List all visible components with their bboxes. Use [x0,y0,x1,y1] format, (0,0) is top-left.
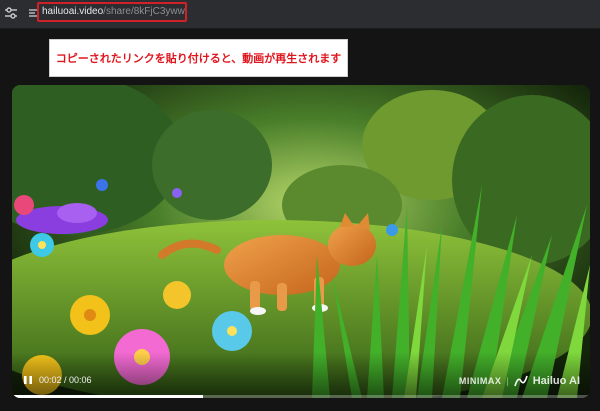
tune-icon[interactable] [2,4,20,22]
pause-icon[interactable] [21,373,35,387]
watermark-brand-right: Hailuo AI [532,375,580,387]
progress-fill [12,395,203,398]
hailuo-logo-icon [513,375,528,387]
browser-address-bar: hailuoai.video/share/8kFjC3ywwMm [0,0,600,29]
url-path: /share/8kFjC3ywwMm [103,6,185,17]
time-display: 00:02 / 00:06 [39,375,92,385]
progress-bar[interactable] [12,395,590,398]
url-host: hailuoai.video [42,6,104,17]
annotation-banner: コピーされたリンクを貼り付けると、動画が再生されます [49,39,348,77]
video-player[interactable]: 00:02 / 00:06 MINIMAX | Hailuo AI [12,85,590,398]
watermark-separator: | [506,376,509,386]
watermark-brand-left: MINIMAX [458,376,502,386]
url-field[interactable]: hailuoai.video/share/8kFjC3ywwMm [37,2,187,22]
watermark: MINIMAX | Hailuo AI [459,373,580,389]
